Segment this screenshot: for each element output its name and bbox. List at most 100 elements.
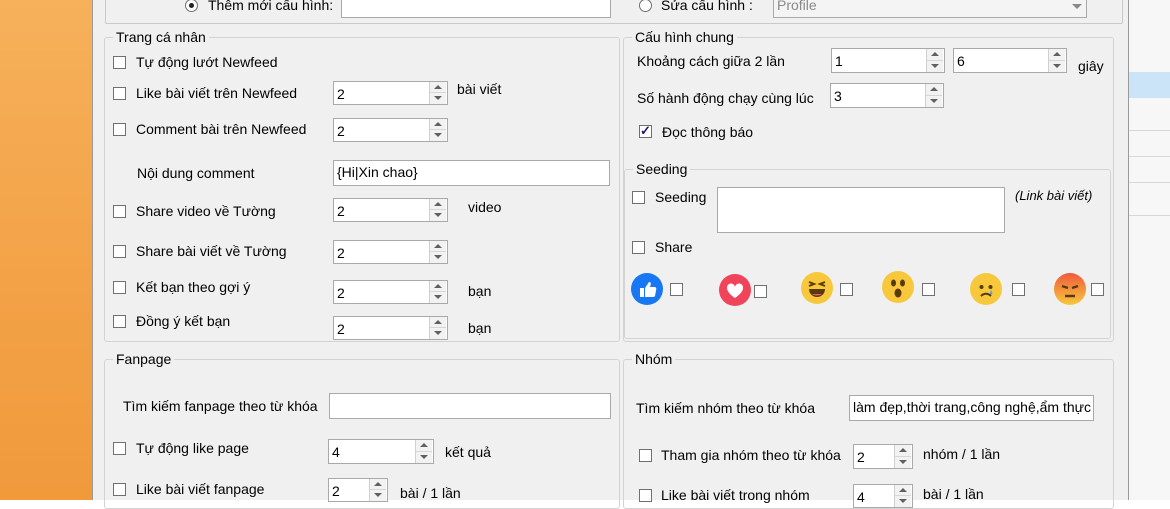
concurrent-stepper[interactable]: 3 — [830, 83, 944, 108]
stepper-down-icon[interactable] — [430, 328, 446, 339]
seeding-link-hint: (Link bài viết) — [1015, 188, 1093, 203]
share-checkbox[interactable] — [632, 241, 645, 254]
share-post-checkbox[interactable] — [113, 245, 126, 258]
add-config-label: Thêm mới cấu hình: — [208, 0, 334, 13]
stepper-up-icon[interactable] — [430, 281, 446, 292]
fanpage-search-input[interactable] — [329, 393, 611, 419]
stepper-up-icon[interactable] — [370, 479, 386, 490]
angry-reaction-checkbox[interactable] — [1091, 283, 1104, 296]
stepper-down-icon[interactable] — [430, 292, 446, 303]
stepper-up-icon[interactable] — [895, 485, 911, 496]
stepper-up-icon[interactable] — [416, 440, 432, 452]
stepper-up-icon[interactable] — [926, 84, 942, 96]
love-reaction-checkbox[interactable] — [754, 285, 767, 298]
stepper-up-icon[interactable] — [430, 241, 446, 252]
stepper-down-icon[interactable] — [1049, 60, 1065, 72]
share-video-stepper[interactable]: 2 — [333, 198, 448, 222]
like-group-post-checkbox[interactable] — [639, 489, 652, 502]
background-right-list — [1129, 0, 1170, 500]
like-newfeed-stepper[interactable]: 2 — [333, 81, 448, 105]
read-notifications-checkbox[interactable] — [639, 123, 652, 139]
auto-scroll-newfeed-label: Tự động lướt Newfeed — [136, 54, 278, 70]
auto-like-page-count: 4 — [332, 444, 340, 460]
stepper-down-icon[interactable] — [927, 60, 943, 72]
accept-friend-label: Đồng ý kết bạn — [136, 313, 231, 329]
add-config-input[interactable] — [341, 0, 611, 18]
accept-friend-checkbox[interactable] — [113, 315, 126, 328]
share-post-count: 2 — [337, 245, 345, 261]
concurrent-value: 3 — [834, 88, 842, 104]
like-fanpage-post-checkbox[interactable] — [113, 483, 126, 496]
profile-select[interactable]: Profile — [773, 0, 1087, 18]
like-newfeed-label: Like bài viết trên Newfeed — [136, 85, 298, 101]
interval-unit: giây — [1078, 58, 1104, 74]
interval-max-stepper[interactable]: 6 — [953, 48, 1067, 73]
like-group-post-count: 4 — [857, 489, 865, 505]
seeding-checkbox[interactable] — [632, 191, 645, 204]
auto-like-page-label: Tự động like page — [136, 440, 249, 456]
join-group-label: Tham gia nhóm theo từ khóa — [661, 447, 841, 463]
join-group-checkbox[interactable] — [639, 449, 652, 462]
stepper-down-icon[interactable] — [370, 490, 386, 501]
general-config-title: Cấu hình chung — [632, 29, 737, 45]
interval-min-stepper[interactable]: 1 — [831, 48, 945, 73]
auto-scroll-newfeed-checkbox[interactable] — [113, 56, 126, 69]
like-fanpage-post-stepper[interactable]: 2 — [328, 478, 388, 502]
auto-like-page-checkbox[interactable] — [113, 442, 126, 455]
comment-newfeed-checkbox[interactable] — [113, 123, 126, 136]
like-reaction-checkbox[interactable] — [670, 283, 683, 296]
interval-min-value: 1 — [835, 53, 843, 69]
comment-newfeed-count: 2 — [337, 123, 345, 139]
share-video-checkbox[interactable] — [113, 205, 126, 218]
stepper-down-icon[interactable] — [926, 95, 942, 107]
haha-icon — [801, 272, 833, 304]
wow-reaction-checkbox[interactable] — [922, 283, 935, 296]
suggest-friend-stepper[interactable]: 2 — [333, 280, 448, 304]
like-fanpage-post-count: 2 — [332, 483, 340, 499]
accept-friend-stepper[interactable]: 2 — [333, 316, 448, 340]
like-fanpage-post-unit: bài / 1 lần — [400, 485, 461, 501]
comment-content-input[interactable]: {Hi|Xin chao} — [333, 160, 610, 186]
stepper-down-icon[interactable] — [895, 456, 911, 468]
config-window: Thêm mới cấu hình: Sửa cấu hình : Profil… — [92, 0, 1129, 509]
stepper-up-icon[interactable] — [430, 199, 446, 210]
stepper-down-icon[interactable] — [895, 496, 911, 507]
love-icon — [719, 274, 751, 306]
like-newfeed-count: 2 — [337, 86, 345, 102]
stepper-up-icon[interactable] — [1049, 49, 1065, 61]
stepper-down-icon[interactable] — [430, 210, 446, 221]
suggest-friend-checkbox[interactable] — [113, 281, 126, 294]
seeding-link-input[interactable] — [717, 187, 1005, 233]
share-video-label: Share video về Tường — [136, 203, 276, 219]
join-group-stepper[interactable]: 2 — [853, 444, 913, 469]
stepper-up-icon[interactable] — [430, 82, 446, 93]
background-left-panel — [0, 0, 92, 500]
join-group-count: 2 — [857, 449, 865, 465]
stepper-down-icon[interactable] — [430, 252, 446, 263]
sad-reaction-checkbox[interactable] — [1012, 283, 1025, 296]
stepper-up-icon[interactable] — [895, 445, 911, 457]
seeding-title: Seeding — [633, 161, 691, 177]
like-fanpage-post-label: Like bài viết fanpage — [136, 481, 265, 497]
group-search-input[interactable]: làm đẹp,thời trang,công nghệ,ẩm thực — [849, 395, 1094, 421]
stepper-up-icon[interactable] — [430, 317, 446, 328]
stepper-up-icon[interactable] — [430, 119, 446, 130]
auto-like-page-stepper[interactable]: 4 — [328, 439, 434, 464]
stepper-down-icon[interactable] — [430, 93, 446, 104]
comment-newfeed-stepper[interactable]: 2 — [333, 118, 448, 142]
like-group-post-stepper[interactable]: 4 — [853, 484, 913, 508]
read-notifications-label: Đọc thông báo — [662, 124, 754, 140]
like-group-post-unit: bài / 1 lần — [923, 486, 984, 502]
stepper-down-icon[interactable] — [416, 451, 432, 463]
stepper-up-icon[interactable] — [927, 49, 943, 61]
like-newfeed-checkbox[interactable] — [113, 87, 126, 100]
stepper-down-icon[interactable] — [430, 130, 446, 141]
angry-icon — [1054, 273, 1086, 305]
haha-reaction-checkbox[interactable] — [840, 283, 853, 296]
comment-newfeed-label: Comment bài trên Newfeed — [136, 121, 307, 137]
share-post-stepper[interactable]: 2 — [333, 240, 448, 264]
fanpage-title: Fanpage — [113, 351, 175, 367]
wow-icon — [882, 271, 914, 303]
concurrent-label: Số hành động chạy cùng lúc — [637, 90, 814, 106]
edit-config-label: Sửa cấu hình : — [661, 0, 753, 13]
